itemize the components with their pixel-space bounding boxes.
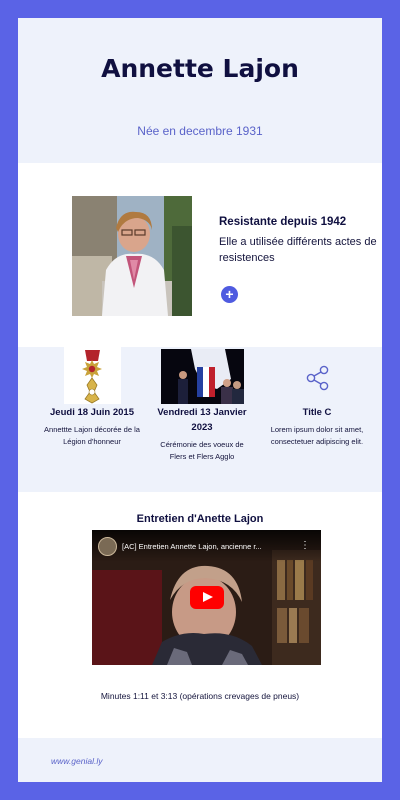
- resistance-heading: Resistante depuis 1942: [219, 216, 347, 228]
- ceremony-photo: [161, 349, 244, 404]
- expand-button[interactable]: +: [221, 286, 238, 303]
- portrait-photo: [72, 196, 192, 316]
- channel-avatar[interactable]: [98, 537, 117, 556]
- birth-date: Née en decembre 1931: [137, 124, 263, 138]
- video-caption: Minutes 1:11 et 3:13 (opérations crevage…: [100, 691, 300, 701]
- timeline-item-title: Title C: [302, 407, 332, 418]
- video-menu-icon[interactable]: ⋮: [299, 539, 311, 553]
- genially-link[interactable]: www.genial.ly: [51, 756, 103, 766]
- timeline-item-text: Annettte Lajon décorée de la Légion d'ho…: [44, 425, 140, 446]
- video-title[interactable]: [AC] Entretien Annette Lajon, ancienne r…: [122, 542, 292, 551]
- timeline-section: Jeudi 18 Juin 2015 Annettte Lajon décoré…: [18, 347, 382, 492]
- resistance-description: Elle a utilisée différents actes de resi…: [219, 236, 377, 264]
- legion-honneur-medal-image: [64, 347, 121, 404]
- timeline-item-title: Jeudi 18 Juin 2015: [50, 407, 134, 418]
- footer: www.genial.ly: [18, 738, 382, 782]
- infographic-card: Annette Lajon Née en decembre 1931 Resis…: [18, 18, 382, 782]
- timeline-item-title: Vendredi 13 Janvier 2023: [157, 407, 247, 433]
- page-title: Annette Lajon: [101, 54, 299, 83]
- timeline-item-text: Cérémonie des voeux de Flers et Flers Ag…: [160, 440, 244, 461]
- play-button-icon[interactable]: [190, 586, 224, 609]
- share-icon: [306, 365, 330, 391]
- video-section-title: Entretien d'Anette Lajon: [136, 513, 264, 525]
- video-player[interactable]: [AC] Entretien Annette Lajon, ancienne r…: [92, 530, 321, 665]
- timeline-item-text: Lorem ipsum dolor sit amet, consectetuer…: [270, 425, 364, 446]
- header-section: Annette Lajon Née en decembre 1931: [18, 18, 382, 163]
